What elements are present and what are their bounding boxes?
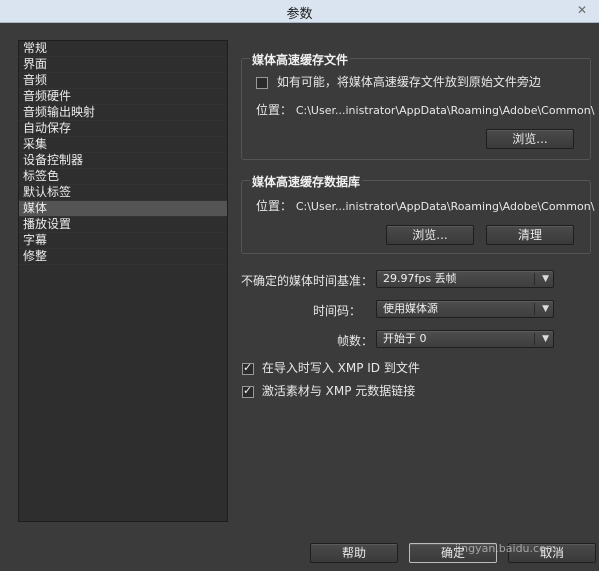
close-icon[interactable]: ✕ [577,3,587,17]
xmp-write-label: 在导入时写入 XMP ID 到文件 [261,361,420,375]
sidebar-item-label-colors[interactable]: 标签色 [19,169,227,185]
xmp-write-row[interactable]: 在导入时写入 XMP ID 到文件 [242,359,420,376]
location-path: C:\User...inistrator\AppData\Roaming\Ado… [295,200,595,213]
sidebar-item-audio[interactable]: 音频 [19,73,227,89]
cache-db-location: 位置： C:\User...inistrator\AppData\Roaming… [256,197,594,214]
title-bar: 参数 ✕ [0,0,599,23]
timebase-value: 29.97fps 丢帧 [383,272,457,285]
sidebar-item-interface[interactable]: 界面 [19,57,227,73]
sidebar-item-auto-save[interactable]: 自动保存 [19,121,227,137]
group-title: 媒体高速缓存文件 [250,51,351,68]
location-path: C:\User...inistrator\AppData\Roaming\Ado… [295,104,595,117]
cache-beside-originals-checkbox[interactable] [256,76,268,89]
sidebar-item-label-defaults[interactable]: 默认标签 [19,185,227,201]
window-title: 参数 [286,7,313,22]
cache-files-location: 位置： C:\User...inistrator\AppData\Roaming… [256,101,594,118]
timecode-select[interactable]: 使用媒体源 ▼ [376,300,554,318]
frame-value: 开始于 0 [383,332,427,345]
sidebar-item-audio-hardware[interactable]: 音频硬件 [19,89,227,105]
group-title: 媒体高速缓存数据库 [250,173,363,190]
category-list[interactable]: 常规 界面 音频 音频硬件 音频输出映射 自动保存 采集 设备控制器 标签色 默… [18,40,228,522]
sidebar-item-titler[interactable]: 字幕 [19,233,227,249]
xmp-link-row[interactable]: 激活素材与 XMP 元数据链接 [242,382,415,399]
timecode-value: 使用媒体源 [383,302,438,315]
sidebar-item-trim[interactable]: 修整 [19,249,227,265]
cache-files-browse-button[interactable]: 浏览... [486,129,574,149]
chevron-down-icon: ▼ [542,334,549,344]
cache-db-clean-button[interactable]: 清理 [486,225,574,245]
sidebar-item-device-control[interactable]: 设备控制器 [19,153,227,169]
frame-label: 帧数： [337,334,374,348]
sidebar-item-media[interactable]: 媒体 [19,201,227,217]
frame-select[interactable]: 开始于 0 ▼ [376,330,554,348]
sidebar-item-general[interactable]: 常规 [19,41,227,57]
location-label: 位置： [256,103,293,117]
xmp-link-checkbox[interactable] [242,384,254,398]
watermark: jingyan.baidu.com [455,542,557,555]
timebase-select[interactable]: 29.97fps 丢帧 ▼ [376,270,554,288]
help-button[interactable]: 帮助 [310,543,398,563]
media-cache-files-group: 媒体高速缓存文件 如有可能，将媒体高速缓存文件放到原始文件旁边 位置： C:\U… [241,51,594,160]
sidebar-item-capture[interactable]: 采集 [19,137,227,153]
xmp-link-label: 激活素材与 XMP 元数据链接 [261,384,416,398]
cache-db-browse-button[interactable]: 浏览... [386,225,474,245]
timecode-label: 时间码： [313,304,362,318]
timebase-label: 不确定的媒体时间基准： [241,274,374,288]
checkbox-label: 如有可能，将媒体高速缓存文件放到原始文件旁边 [276,75,541,89]
chevron-down-icon: ▼ [542,304,549,314]
sidebar-item-playback[interactable]: 播放设置 [19,217,227,233]
chevron-down-icon: ▼ [542,274,549,284]
cache-beside-originals-row[interactable]: 如有可能，将媒体高速缓存文件放到原始文件旁边 [256,73,541,90]
media-cache-db-group: 媒体高速缓存数据库 位置： C:\User...inistrator\AppDa… [241,173,594,254]
location-label: 位置： [256,199,293,213]
xmp-write-checkbox[interactable] [242,361,254,375]
sidebar-item-audio-output-mapping[interactable]: 音频输出映射 [19,105,227,121]
